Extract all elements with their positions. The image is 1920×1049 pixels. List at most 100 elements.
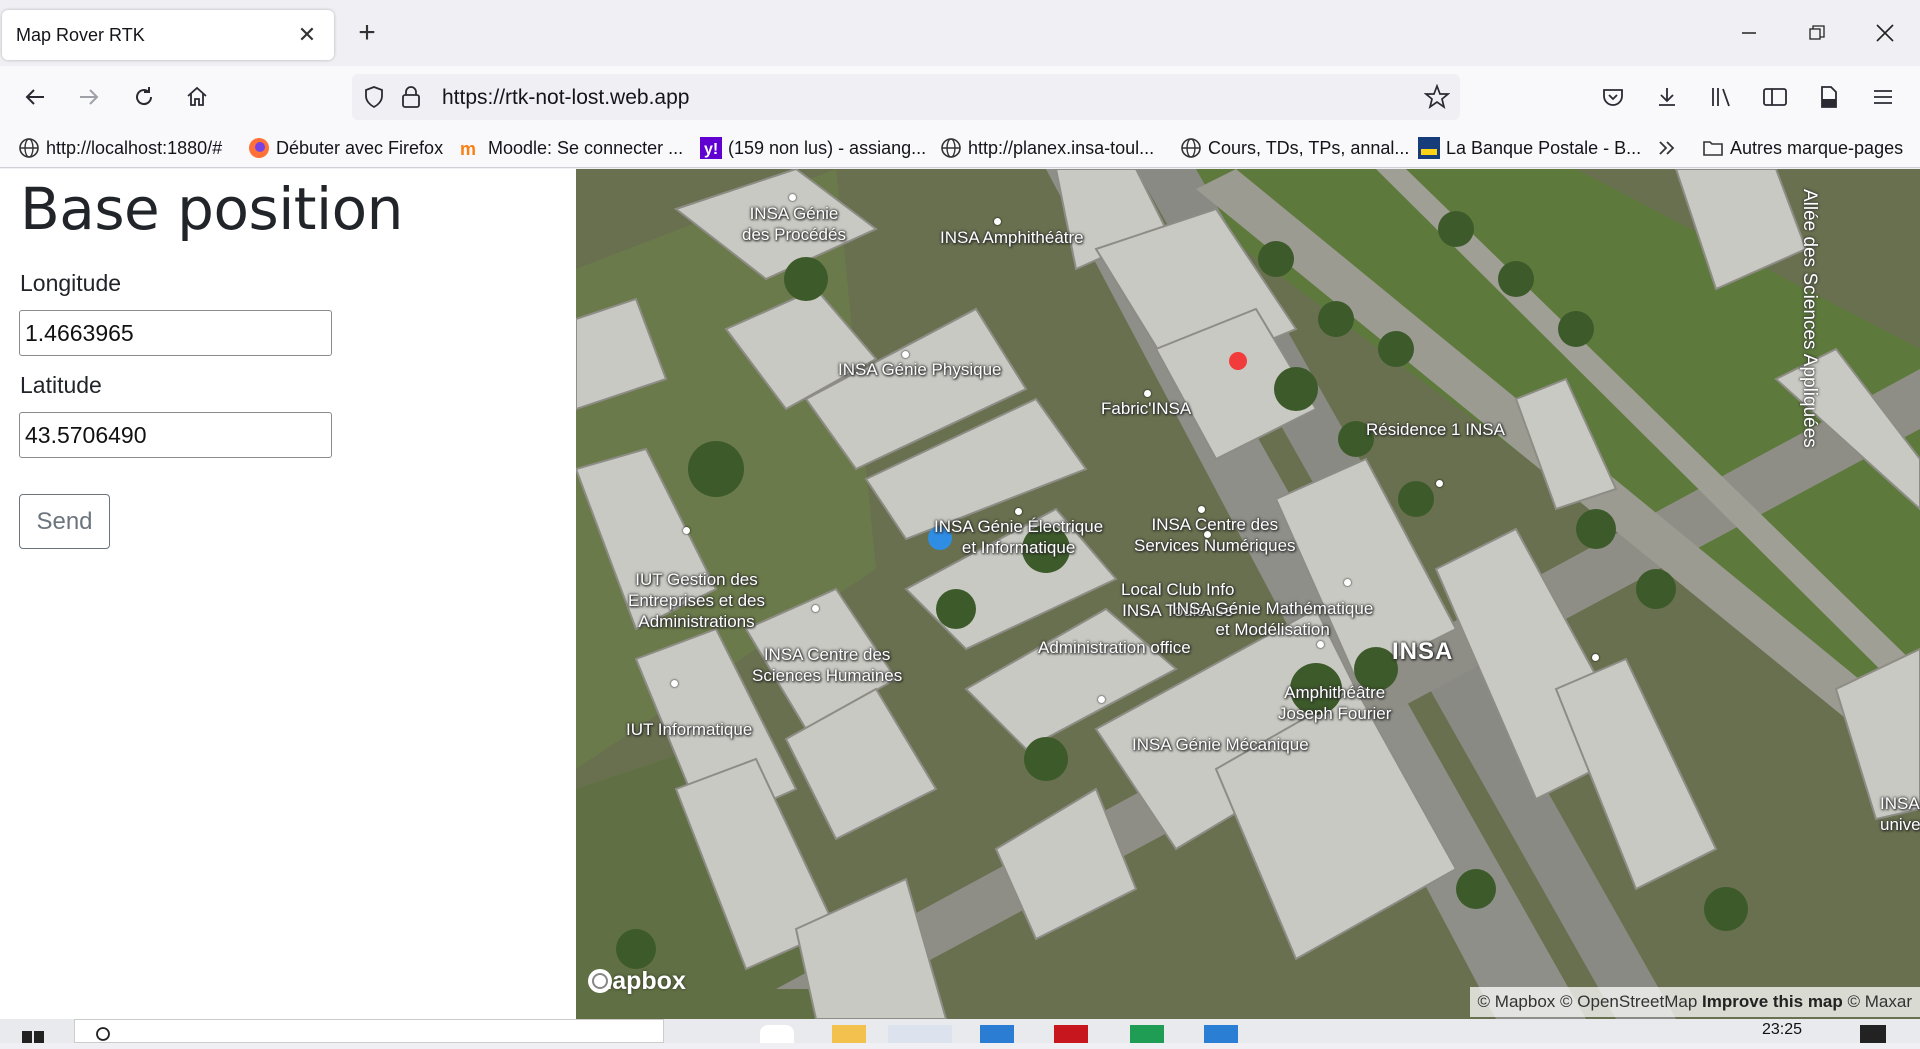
bookmark-label: La Banque Postale - B...: [1446, 137, 1642, 158]
close-window-icon[interactable]: [1868, 16, 1902, 50]
taskbar-clock[interactable]: 23:25: [1762, 1021, 1802, 1039]
map-label-iut-gestion: IUT Gestion des Entreprises et des Admin…: [628, 570, 766, 631]
bookmark-firefox[interactable]: Débuter avec Firefox: [248, 135, 443, 161]
bookmark-label: Cours, TDs, TPs, annal...: [1208, 137, 1410, 158]
task-view-icon[interactable]: [610, 1025, 644, 1043]
vscode-icon[interactable]: [1204, 1025, 1238, 1043]
library-icon[interactable]: [1705, 80, 1739, 114]
bookmark-label: Autres marque-pages: [1730, 137, 1904, 158]
bookmark-star-icon[interactable]: [1423, 83, 1451, 115]
restore-icon[interactable]: [1800, 16, 1834, 50]
url-text[interactable]: https://rtk-not-lost.web.app: [442, 86, 689, 110]
poi-marker: [683, 527, 690, 534]
map-attribution: © Mapbox © OpenStreetMap Improve this ma…: [1469, 987, 1920, 1017]
bookmarks-toolbar: http://localhost:1880/# Débuter avec Fir…: [0, 128, 1920, 168]
reader-icon[interactable]: [1812, 80, 1846, 114]
poi-marker: [994, 218, 1001, 225]
map-label-allee: Allée des Sciences Appliquées: [1799, 189, 1820, 448]
reload-icon[interactable]: [127, 80, 161, 114]
improve-map-link[interactable]: Improve this map: [1702, 992, 1843, 1011]
map-label-genie-math: INSA Génie Mathématique et Modélisation: [1172, 599, 1374, 639]
moodle-icon: m: [460, 137, 482, 159]
map-label-fabric: Fabric'INSA: [1101, 399, 1192, 418]
globe-icon: [18, 137, 40, 159]
latitude-input[interactable]: [19, 412, 332, 458]
bookmark-cours[interactable]: Cours, TDs, TPs, annal...: [1180, 135, 1409, 161]
bookmark-banque-postale[interactable]: La Banque Postale - B...: [1418, 135, 1641, 161]
attribution-osm[interactable]: © OpenStreetMap: [1560, 992, 1697, 1011]
poi-marker: [671, 680, 678, 687]
bookmark-label: (159 non lus) - assiang...: [728, 137, 927, 158]
base-position-panel: Base position Longitude Latitude Send: [0, 169, 576, 1019]
tracking-protection-icon[interactable]: [362, 85, 386, 114]
downloads-icon[interactable]: [1650, 80, 1684, 114]
back-icon[interactable]: [18, 80, 52, 114]
attribution-maxar[interactable]: © Maxar: [1848, 992, 1912, 1011]
app-icon[interactable]: [1130, 1025, 1164, 1043]
map-label-genie-electrique: INSA Génie Électrique et Informatique: [934, 517, 1104, 557]
bookmark-moodle[interactable]: m Moodle: Se connecter ...: [460, 135, 683, 161]
latitude-label: Latitude: [20, 372, 102, 398]
poi-marker: [1436, 480, 1443, 487]
app-icon[interactable]: [980, 1025, 1014, 1043]
url-bar[interactable]: https://rtk-not-lost.web.app: [352, 74, 1460, 120]
pocket-icon[interactable]: [1596, 80, 1630, 114]
new-tab-icon[interactable]: +: [352, 18, 382, 48]
send-button[interactable]: Send: [19, 494, 110, 549]
lock-icon[interactable]: [400, 85, 422, 114]
poi-marker: [1015, 508, 1022, 515]
explorer-icon[interactable]: [832, 1025, 866, 1043]
bookmark-yahoo-mail[interactable]: y! (159 non lus) - assiang...: [700, 135, 926, 161]
firefox-taskbar-icon[interactable]: [888, 1025, 952, 1043]
yahoo-icon: y!: [700, 137, 722, 159]
close-tab-icon[interactable]: ✕: [294, 22, 320, 48]
globe-icon: [940, 137, 962, 159]
bookmark-localhost[interactable]: http://localhost:1880/#: [18, 135, 222, 161]
bookmark-label: http://planex.insa-toul...: [968, 137, 1155, 158]
map-label-centre-services: INSA Centre des Services Numériques: [1134, 515, 1296, 555]
map-label-genie-procedes: INSA Génie des Procédés: [742, 204, 846, 244]
tab-title: Map Rover RTK: [16, 24, 145, 45]
map-label-amphitheatre: INSA Amphithéâtre: [940, 228, 1084, 247]
web-page: Base position Longitude Latitude Send: [0, 169, 1920, 1019]
map-label-residence: Résidence 1 INSA: [1366, 420, 1505, 439]
home-icon[interactable]: [180, 80, 214, 114]
app-icon[interactable]: [760, 1025, 794, 1043]
bookmark-planex[interactable]: http://planex.insa-toul...: [940, 135, 1154, 161]
forward-icon[interactable]: [72, 80, 106, 114]
svg-text:m: m: [460, 139, 476, 159]
poi-marker: [812, 605, 819, 612]
map-label-amphi-fourier: Amphithéâtre Joseph Fourier: [1278, 683, 1392, 723]
taskbar-search-box[interactable]: [74, 1019, 664, 1043]
mapbox-logo[interactable]: mapbox: [586, 967, 686, 996]
windows-start-icon[interactable]: [20, 1027, 48, 1045]
menu-icon[interactable]: [1866, 80, 1900, 114]
satellite-map[interactable]: INSA Génie des Procédés INSA Amphithéâtr…: [576, 169, 1920, 1019]
map-label-genie-meca: INSA Génie Mécanique: [1132, 735, 1309, 754]
more-bookmarks-icon[interactable]: [1656, 135, 1678, 161]
map-label-iut-info: IUT Informatique: [626, 720, 753, 739]
rover-position-marker[interactable]: [1229, 352, 1247, 370]
minimize-icon[interactable]: [1732, 16, 1766, 50]
longitude-label: Longitude: [20, 270, 122, 296]
globe-icon: [1180, 137, 1202, 159]
app-icon[interactable]: [1054, 1025, 1088, 1043]
poi-marker: [1144, 390, 1151, 397]
map-label-insa: INSA: [1392, 638, 1454, 665]
bookmark-label: Débuter avec Firefox: [276, 137, 444, 158]
windows-taskbar: 23:25: [0, 1019, 1920, 1043]
firefox-icon: [248, 137, 270, 159]
notifications-icon[interactable]: [1860, 1025, 1886, 1043]
other-bookmarks[interactable]: Autres marque-pages: [1702, 135, 1903, 161]
attribution-mapbox[interactable]: © Mapbox: [1478, 992, 1556, 1011]
longitude-input[interactable]: [19, 310, 332, 356]
sidebar-icon[interactable]: [1758, 80, 1792, 114]
banque-postale-icon: [1418, 137, 1440, 159]
satellite-imagery: [576, 169, 1920, 1019]
poi-marker: [902, 351, 909, 358]
bookmark-label: Moodle: Se connecter ...: [488, 137, 684, 158]
poi-marker: [1344, 579, 1351, 586]
map-label-centre-sciences: INSA Centre des Sciences Humaines: [752, 645, 903, 685]
poi-marker: [1098, 696, 1105, 703]
tab-map-rover[interactable]: Map Rover RTK ✕: [2, 10, 334, 60]
